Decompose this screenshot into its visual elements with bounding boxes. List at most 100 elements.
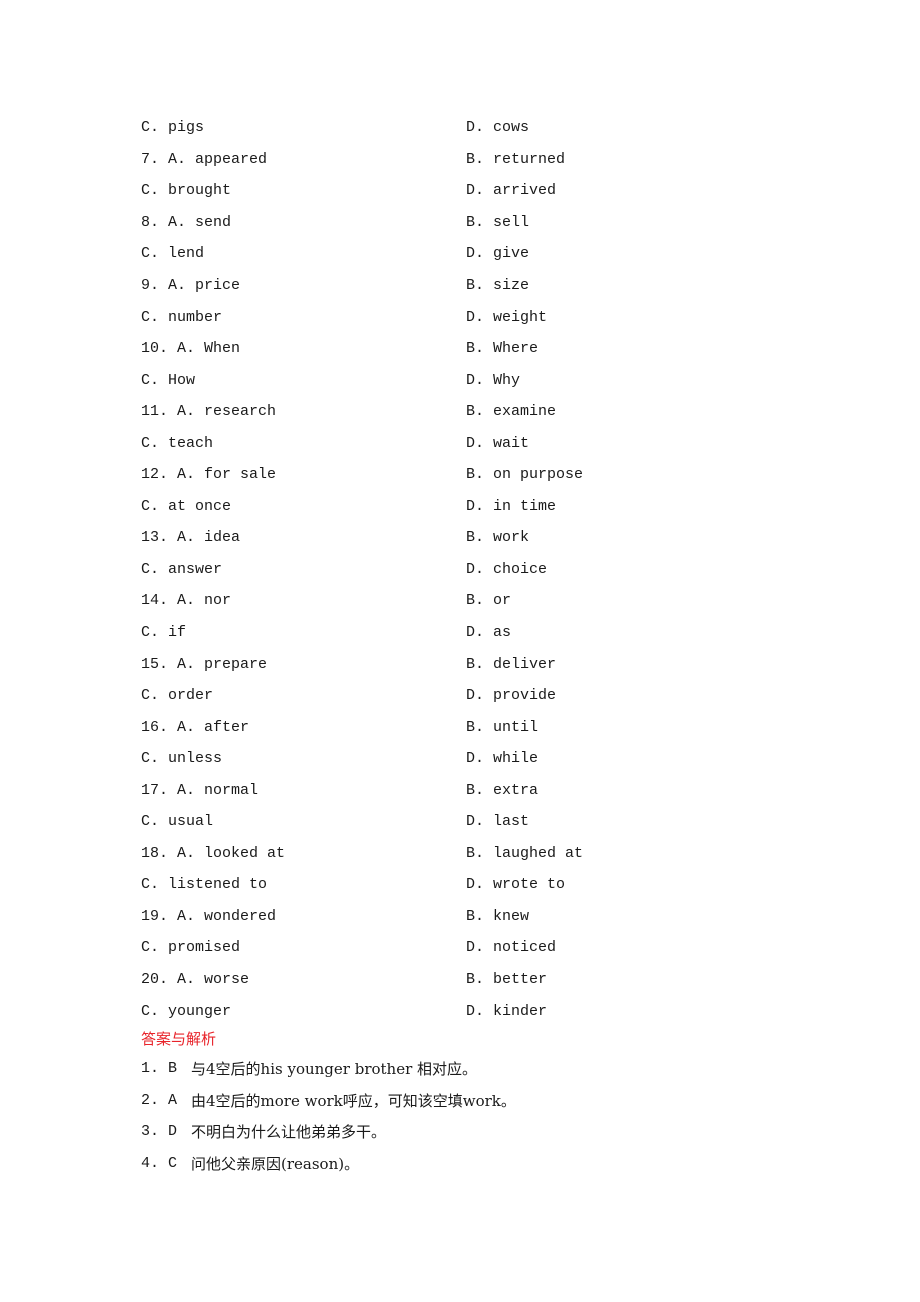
option-left: C. answer <box>141 560 223 578</box>
answer-number: 3. D <box>141 1123 178 1141</box>
option-right: B. or <box>466 592 512 610</box>
option-left: 12. A. for sale <box>141 466 277 484</box>
option-right: B. size <box>466 277 530 294</box>
option-left: 17. A. normal <box>141 781 259 799</box>
option-row: 16. A. after B. until <box>141 711 701 743</box>
option-row: 19. A. wondered B. knew <box>141 901 701 933</box>
option-row: 13. A. idea B. work <box>141 522 701 554</box>
option-right: D. noticed <box>466 939 557 957</box>
option-right: D. kinder <box>466 1002 548 1020</box>
option-right: D. weight <box>466 308 548 326</box>
option-row: 12. A. for sale B. on purpose <box>141 459 701 491</box>
options-list: C. pigs D. cows 7. A. appeared B. returned C… <box>141 112 701 1027</box>
option-right: B. on purpose <box>466 466 584 484</box>
option-row: C. lend D. give <box>141 238 701 270</box>
option-row: C. answer D. choice <box>141 554 701 586</box>
option-row: C. promised D. noticed <box>141 932 701 964</box>
option-row: C. usual D. last <box>141 806 701 838</box>
option-right: B. until <box>466 718 539 736</box>
option-right: D. Why <box>466 371 521 389</box>
option-row: C. brought D. arrived <box>141 175 701 207</box>
option-right: D. wrote to <box>466 876 566 894</box>
option-row: C. at once D. in time <box>141 491 701 523</box>
option-right: D. cows <box>466 119 530 137</box>
option-left: C. teach <box>141 434 214 452</box>
option-left: C. at once <box>141 497 232 515</box>
option-right: B. laughed at <box>466 844 584 862</box>
answer-number: 4. C <box>141 1154 178 1172</box>
option-row: 9. A. price B. size <box>141 270 701 302</box>
option-row: C. younger D. kinder <box>141 995 701 1027</box>
option-left: C. younger <box>141 1002 232 1020</box>
option-row: 18. A. looked at B. laughed at <box>141 838 701 870</box>
answer-number: 1. B <box>141 1060 178 1078</box>
answer-number: 2. A <box>141 1091 178 1109</box>
option-row: 15. A. prepare B. deliver <box>141 648 701 680</box>
answer-item: 2. A 由4空后的more work呼应，可知该空填work。 <box>141 1085 841 1117</box>
option-row: C. unless D. while <box>141 743 701 775</box>
option-left: 7. A. appeared <box>141 150 268 168</box>
option-row: C. number D. weight <box>141 301 701 333</box>
answer-item: 3. D 不明白为什么让他弟弟多干。 <box>141 1116 841 1148</box>
option-right: D. arrived <box>466 182 557 200</box>
option-row: C. pigs D. cows <box>141 112 701 144</box>
option-left: C. number <box>141 308 223 326</box>
answers-section: 答案与解析 1. B 与4空后的his younger brother 相对应。 2… <box>141 1025 841 1179</box>
answer-explanation: 由4空后的more work呼应，可知该空填work。 <box>191 1091 516 1110</box>
option-left: C. lend <box>141 245 205 263</box>
option-row: 14. A. nor B. or <box>141 585 701 617</box>
option-left: C. order <box>141 687 214 705</box>
option-row: 8. A. send B. sell <box>141 207 701 239</box>
option-right: D. in time <box>466 497 557 515</box>
option-right: D. last <box>466 813 530 831</box>
option-left: 19. A. wondered <box>141 907 277 925</box>
option-right: B. knew <box>466 907 530 925</box>
option-left: 18. A. looked at <box>141 844 286 862</box>
answer-explanation: 与4空后的his younger brother 相对应。 <box>191 1060 478 1079</box>
answers-title: 答案与解析 <box>141 1030 217 1048</box>
option-right: B. extra <box>466 781 539 799</box>
option-right: D. give <box>466 245 530 263</box>
option-row: C. if D. as <box>141 617 701 649</box>
option-left: C. usual <box>141 813 214 831</box>
option-right: B. examine <box>466 403 557 421</box>
option-row: C. How D. Why <box>141 364 701 396</box>
option-left: 11. A. research <box>141 403 277 421</box>
answer-explanation: 问他父亲原因(reason)。 <box>191 1154 360 1173</box>
option-left: C. How <box>141 371 196 389</box>
option-right: D. provide <box>466 687 557 705</box>
option-right: B. Where <box>466 340 539 358</box>
answer-item: 1. B 与4空后的his younger brother 相对应。 <box>141 1053 841 1085</box>
option-right: D. wait <box>466 434 530 452</box>
option-right: D. choice <box>466 560 548 578</box>
answer-item: 4. C 问他父亲原因(reason)。 <box>141 1148 841 1180</box>
option-row: 17. A. normal B. extra <box>141 774 701 806</box>
option-right: B. deliver <box>466 655 557 673</box>
option-right: B. sell <box>466 213 530 231</box>
option-left: 8. A. send <box>141 213 232 231</box>
option-right: B. better <box>466 971 548 989</box>
option-left: 10. A. When <box>141 340 241 358</box>
option-left: C. listened to <box>141 876 268 894</box>
option-left: 16. A. after <box>141 718 250 736</box>
option-left: C. brought <box>141 182 232 200</box>
option-left: C. promised <box>141 939 241 957</box>
option-row: 11. A. research B. examine <box>141 396 701 428</box>
option-left: C. pigs <box>141 119 205 137</box>
option-left: C. unless <box>141 750 223 768</box>
option-row: 10. A. When B. Where <box>141 333 701 365</box>
option-right: B. work <box>466 529 530 547</box>
option-left: 9. A. price <box>141 277 241 294</box>
option-row: 20. A. worse B. better <box>141 964 701 996</box>
option-left: 13. A. idea <box>141 529 241 547</box>
option-row: C. teach D. wait <box>141 427 701 459</box>
option-row: C. listened to D. wrote to <box>141 869 701 901</box>
answer-explanation: 不明白为什么让他弟弟多干。 <box>191 1123 387 1142</box>
option-left: 20. A. worse <box>141 971 250 989</box>
option-left: C. if <box>141 624 187 642</box>
option-right: D. as <box>466 624 512 642</box>
option-left: 15. A. prepare <box>141 655 268 673</box>
option-right: D. while <box>466 750 539 768</box>
option-left: 14. A. nor <box>141 592 232 610</box>
option-row: C. order D. provide <box>141 680 701 712</box>
